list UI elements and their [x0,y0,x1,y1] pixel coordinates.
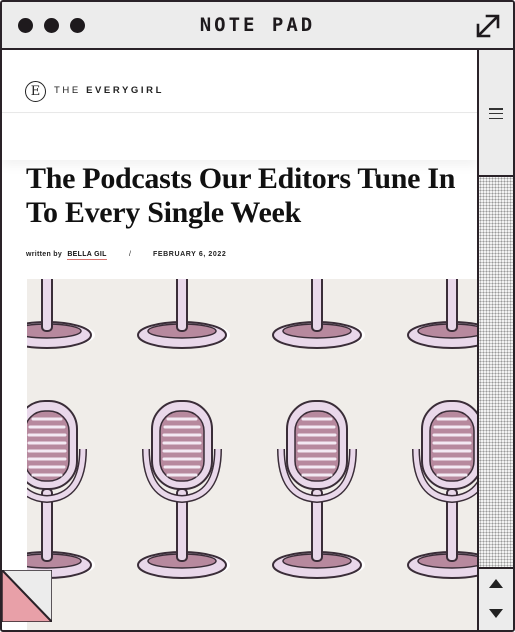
scrollbar-menu-area[interactable] [479,50,513,177]
logo-mark[interactable]: E [25,81,46,102]
expand-icon[interactable] [473,11,503,41]
page-content: E THE EVERYGIRL The Podcasts Our Editors… [2,50,477,630]
logo-wordmark[interactable]: THE EVERYGIRL [54,85,164,96]
triangle-down-icon [489,609,503,618]
scrollbar[interactable] [477,50,513,630]
byline-separator: / [129,251,132,258]
scroll-down-button[interactable] [479,598,513,630]
hamburger-menu-icon[interactable] [489,108,503,120]
triangle-up-icon [489,579,503,588]
microphone-pattern-illustration [27,279,477,630]
logo-text-prefix: THE [54,85,81,96]
site-header: E THE EVERYGIRL [2,50,477,113]
hero-image [27,279,477,630]
publish-date: FEBRUARY 6, 2022 [153,251,227,258]
byline-prefix: written by [26,251,63,258]
logo-text-brand: EVERYGIRL [86,85,165,96]
window-title: NOTE PAD [199,14,316,36]
title-bar[interactable]: NOTE PAD [2,2,513,50]
page-corner-fold-icon [2,570,52,622]
header-band [2,114,477,160]
byline: written by BELLA GIL / FEBRUARY 6, 2022 [26,251,226,260]
scroll-track[interactable] [479,177,513,567]
author-link[interactable]: BELLA GIL [67,251,107,260]
article-headline: The Podcasts Our Editors Tune In To Ever… [26,162,456,229]
notepad-window: NOTE PAD E THE EVERYGIRL The Podcasts Ou… [0,0,515,632]
scroll-up-button[interactable] [479,567,513,600]
